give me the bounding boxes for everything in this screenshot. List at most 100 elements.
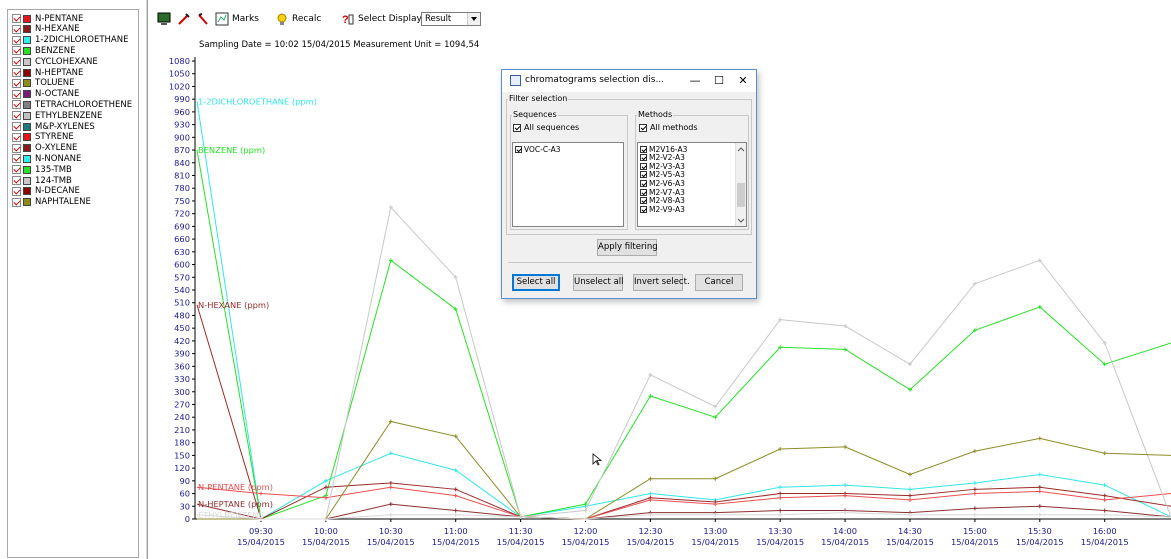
checkbox-icon[interactable] (12, 68, 21, 77)
legend-item[interactable]: STYRENE (12, 132, 74, 143)
x-tick-time: 10:30 (379, 526, 403, 536)
legend-label: M&P-XYLENES (35, 121, 95, 132)
checkbox-icon[interactable] (12, 89, 21, 99)
y-tick-label: 690 (174, 221, 190, 231)
data-point (648, 512, 653, 517)
cancel-button[interactable]: Cancel (695, 274, 743, 291)
data-point (778, 491, 783, 496)
display-select[interactable]: Result (421, 12, 481, 26)
splitter[interactable] (146, 0, 148, 559)
checkbox-icon[interactable] (12, 122, 21, 131)
legend-label: 135-TMB (35, 164, 72, 175)
legend-item[interactable]: N-OCTANE (12, 89, 79, 100)
all-methods-checkbox[interactable]: All methods (639, 123, 698, 132)
dialog-titlebar[interactable]: chromatograms selection dis... — ☐ ✕ (502, 70, 756, 92)
x-tick-time: 11:00 (444, 526, 468, 536)
data-point (1037, 485, 1042, 490)
data-point (843, 483, 848, 488)
invert-select-button[interactable]: Invert select. (633, 274, 690, 291)
legend-item[interactable]: N-HEPTANE (12, 67, 83, 78)
method-item[interactable]: M2-V5-A3 (640, 170, 685, 179)
checkbox-icon[interactable] (12, 154, 21, 164)
x-tick-time: 13:00 (703, 526, 727, 536)
legend-item[interactable]: TETRACHLOROETHENE (12, 99, 132, 110)
legend-item[interactable]: 124-TMB (12, 175, 72, 186)
color-swatch (23, 90, 31, 99)
x-tick-time: 12:00 (574, 526, 598, 536)
recalc-button[interactable]: Recalc (275, 11, 321, 27)
y-tick-label: 1050 (169, 69, 190, 79)
method-item[interactable]: M2-V2-A3 (640, 153, 685, 162)
methods-scrollbar[interactable] (735, 143, 746, 226)
checkbox-icon[interactable] (12, 143, 21, 153)
legend-item[interactable]: CYCLOHEXANE (12, 56, 98, 67)
eraser-icon[interactable] (196, 11, 210, 27)
checkbox-icon[interactable] (12, 24, 21, 34)
checkbox-icon[interactable] (12, 176, 21, 185)
data-point (778, 447, 783, 452)
maximize-icon[interactable]: ☐ (710, 73, 728, 89)
method-item[interactable]: M2V16-A3 (640, 145, 687, 154)
y-tick-label: 120 (174, 463, 190, 473)
data-point (972, 491, 977, 496)
apply-filtering-button[interactable]: Apply filtering (597, 239, 658, 256)
select-all-button[interactable]: Select all (512, 274, 560, 291)
all-sequences-label: All sequences (524, 123, 580, 132)
data-point (972, 480, 977, 485)
series-label: BENZENE (ppm) (198, 145, 265, 155)
select-display-button[interactable]: ? Select Display (341, 11, 422, 27)
checkbox-icon[interactable] (12, 35, 21, 45)
unselect-all-button[interactable]: Unselect all (573, 274, 624, 291)
checkbox-icon[interactable] (12, 57, 21, 67)
legend-item[interactable]: N-PENTANE (12, 13, 83, 24)
checkbox-icon[interactable] (12, 165, 21, 175)
checkbox-icon[interactable] (12, 132, 21, 142)
data-point (713, 502, 718, 507)
y-tick-label: 390 (174, 349, 190, 359)
data-point (778, 512, 783, 517)
legend-item[interactable]: N-NONANE (12, 153, 81, 164)
method-item[interactable]: M2-V8-A3 (640, 196, 685, 205)
legend-item[interactable]: 135-TMB (12, 164, 72, 175)
checkbox-icon[interactable] (12, 78, 21, 88)
legend-item[interactable]: N-DECANE (12, 186, 80, 197)
x-tick-date: 15/04/2015 (626, 537, 674, 547)
legend-item[interactable]: N-HEXANE (12, 24, 80, 35)
checkbox-icon[interactable] (12, 186, 21, 196)
method-item[interactable]: M2-V9-A3 (640, 204, 685, 214)
sequence-item[interactable]: VOC-C-A3 (515, 145, 561, 154)
checkbox-icon[interactable] (12, 100, 21, 110)
close-icon[interactable]: ✕ (734, 73, 752, 89)
legend-item[interactable]: O-XYLENE (12, 143, 77, 154)
checkbox-icon (640, 162, 647, 170)
checkbox-icon[interactable] (12, 111, 21, 121)
pen-icon[interactable] (177, 11, 191, 27)
method-item[interactable]: M2-V3-A3 (640, 162, 685, 171)
recalc-label: Recalc (292, 14, 322, 24)
legend-item[interactable]: NAPHTALENE (12, 197, 91, 208)
y-tick-label: 600 (174, 260, 190, 270)
chevron-down-icon[interactable] (467, 13, 480, 25)
method-item-label: M2-V9-A3 (649, 204, 685, 214)
minimize-icon[interactable]: — (686, 73, 704, 89)
monitor-icon[interactable] (157, 11, 171, 27)
legend-item[interactable]: TOLUENE (12, 78, 75, 89)
color-swatch (23, 122, 31, 131)
checkbox-icon[interactable] (12, 197, 21, 207)
data-point (778, 485, 783, 490)
legend-item[interactable]: 1-2DICHLOROETHANE (12, 35, 128, 46)
color-swatch (23, 14, 31, 23)
checkbox-icon[interactable] (12, 46, 21, 56)
legend-item[interactable]: ETHYLBENZENE (12, 110, 102, 121)
all-sequences-checkbox[interactable]: All sequences (513, 123, 579, 132)
marks-button[interactable]: Marks (215, 11, 259, 27)
sequences-list[interactable]: VOC-C-A3 (512, 142, 624, 227)
checkbox-icon[interactable] (12, 14, 21, 23)
legend-item[interactable]: BENZENE (12, 45, 75, 56)
x-tick-date: 15/04/2015 (951, 537, 999, 547)
methods-list[interactable]: M2V16-A3 M2-V2-A3 M2-V3-A3 M2-V5-A3 M2-V6-A3… (637, 142, 747, 227)
legend-item[interactable]: M&P-XYLENES (12, 121, 95, 132)
method-item[interactable]: M2-V7-A3 (640, 188, 685, 197)
legend-label: CYCLOHEXANE (35, 56, 98, 67)
method-item[interactable]: M2-V6-A3 (640, 179, 685, 188)
